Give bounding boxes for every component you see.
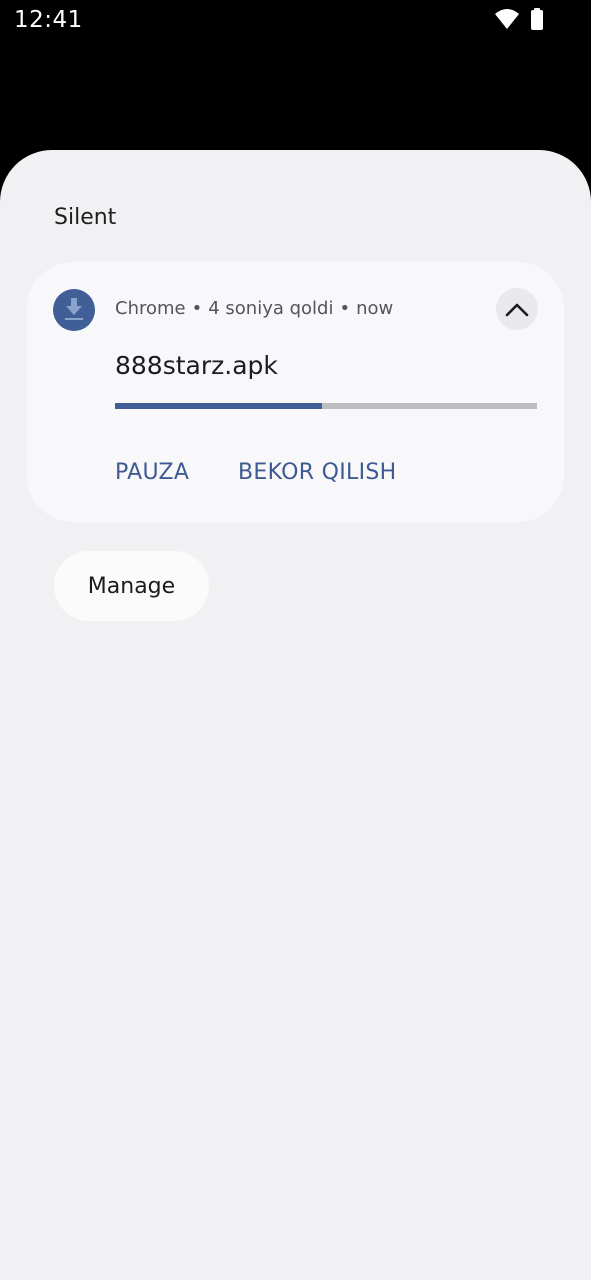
separator-dot: • <box>339 298 351 319</box>
download-icon <box>53 289 95 331</box>
file-name: 888starz.apk <box>115 351 278 380</box>
wifi-icon <box>494 8 520 30</box>
cancel-button[interactable]: BEKOR QILISH <box>238 460 396 485</box>
time-remaining: 4 soniya qoldi <box>208 298 334 319</box>
status-bar: 12:41 <box>0 0 591 44</box>
notification-header: Chrome • 4 soniya qoldi • now <box>115 298 393 319</box>
status-clock: 12:41 <box>14 7 83 33</box>
section-title: Silent <box>54 205 117 230</box>
chevron-up-icon <box>505 303 529 317</box>
download-progress-bar <box>115 403 537 409</box>
collapse-button[interactable] <box>496 288 538 330</box>
pause-button[interactable]: PAUZA <box>115 460 189 485</box>
battery-icon <box>530 8 544 30</box>
download-notification-card[interactable]: Chrome • 4 soniya qoldi • now 888starz.apk P… <box>27 262 564 522</box>
app-name: Chrome <box>115 298 186 319</box>
notification-time: now <box>356 298 394 319</box>
manage-button[interactable]: Manage <box>54 551 209 621</box>
separator-dot: • <box>191 298 203 319</box>
download-progress-fill <box>115 403 322 409</box>
